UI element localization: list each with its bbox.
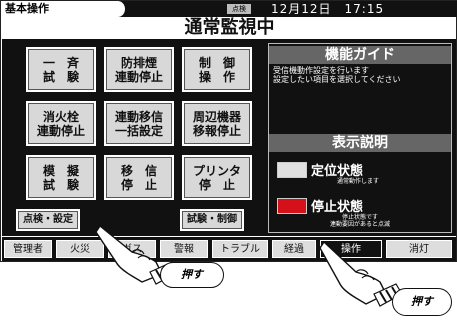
smoke-control-stop-button[interactable]: 防排煙 連動停止 bbox=[104, 47, 174, 92]
hydrant-link-stop-button[interactable]: 消火栓 連動停止 bbox=[26, 101, 96, 146]
normal-state-note: 通常動作します bbox=[336, 178, 379, 185]
page-title: 通常監視中 bbox=[184, 17, 275, 38]
tab-admin[interactable]: 管理者 bbox=[4, 240, 52, 258]
batch-test-button[interactable]: 一 斉 試 験 bbox=[26, 47, 96, 92]
peripheral-report-stop-button[interactable]: 周辺機器 移報停止 bbox=[182, 101, 252, 146]
simulation-test-button[interactable]: 模 擬 試 験 bbox=[26, 155, 96, 200]
normal-state-label: 定位状態 bbox=[311, 164, 364, 179]
transfer-stop-button[interactable]: 移 信 停 止 bbox=[104, 155, 174, 200]
stop-state-swatch bbox=[277, 197, 307, 214]
legend-heading: 表示説明 bbox=[269, 134, 451, 152]
stop-state-note: 停止状態です 連動要因があると点滅 bbox=[329, 214, 390, 228]
operation-mode-label: 基本操作 bbox=[1, 1, 126, 17]
tab-trouble[interactable]: トラブル bbox=[212, 240, 268, 258]
status-chip: 点検 bbox=[227, 4, 251, 14]
press-callout-left: 押す bbox=[160, 262, 224, 288]
function-guide-heading: 機能ガイド bbox=[269, 46, 451, 64]
control-operation-button[interactable]: 制 御 操 作 bbox=[182, 47, 252, 92]
function-guide-text: 受信機動作設定を行います 設定したい項目を選択してください bbox=[273, 66, 401, 84]
top-bar: 基本操作 点検 12月12日 17:15 bbox=[1, 1, 457, 17]
press-callout-right: 押す bbox=[392, 288, 452, 316]
inspection-setting-button[interactable]: 点検・設定 bbox=[16, 209, 80, 231]
main-panel: 一 斉 試 験 防排煙 連動停止 制 御 操 作 消火栓 連動停止 連動移信 一… bbox=[2, 39, 456, 236]
tab-history[interactable]: 経過 bbox=[272, 240, 316, 258]
stop-state-label: 停止状態 bbox=[311, 200, 364, 215]
printer-stop-button[interactable]: プリンタ 停 止 bbox=[182, 155, 252, 200]
legend-normal: 定位状態 bbox=[277, 160, 363, 179]
monitor-screen: 基本操作 点検 12月12日 17:15 通常監視中 一 斉 試 験 防排煙 連… bbox=[0, 0, 457, 262]
legend-stop: 停止状態 bbox=[277, 196, 363, 215]
batch-transfer-setting-button[interactable]: 連動移信 一括設定 bbox=[104, 101, 174, 146]
normal-state-swatch bbox=[277, 161, 307, 178]
side-panel: 機能ガイド 受信機動作設定を行います 設定したい項目を選択してください 表示説明… bbox=[268, 43, 452, 233]
datetime: 12月12日 17:15 bbox=[271, 2, 385, 16]
test-control-button[interactable]: 試験・制御 bbox=[180, 209, 244, 231]
